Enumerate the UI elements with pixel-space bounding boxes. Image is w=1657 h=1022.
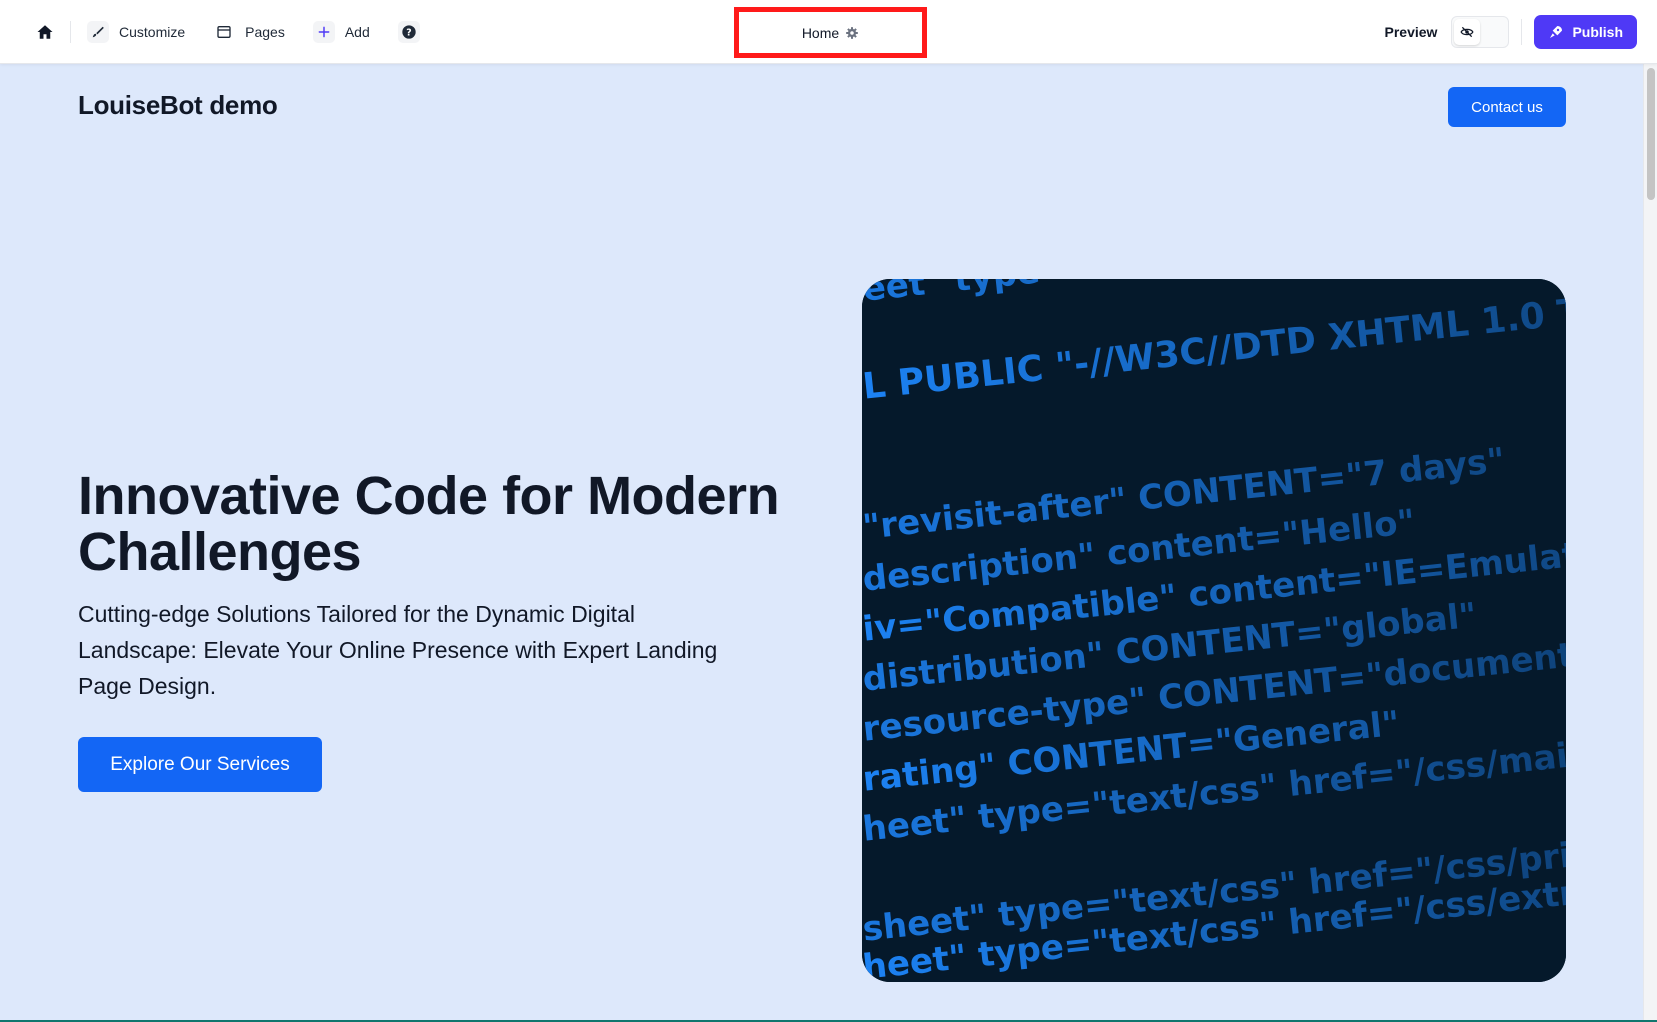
hero-subtitle: Cutting-edge Solutions Tailored for the … (78, 601, 718, 699)
page-tab-label: Home (801, 24, 840, 41)
add-button[interactable]: Add (305, 15, 378, 49)
toolbar-divider-right (1521, 19, 1523, 45)
hero-code-image: eet" type="text/css" href="/css/style.cs… (862, 279, 1566, 982)
home-button[interactable] (28, 15, 62, 49)
customize-label: Customize (119, 24, 186, 40)
brush-icon (87, 21, 109, 43)
hero-title: Innovative Code for Modern Challenges (78, 466, 780, 582)
home-icon (36, 23, 54, 41)
toolbar-right-group: Preview Publish (1384, 0, 1637, 64)
pages-button[interactable]: Pages (205, 15, 293, 49)
eye-off-icon (1454, 19, 1481, 45)
page-selector-tab[interactable]: Home (734, 7, 927, 58)
code-illustration: eet" type="text/css" href="/css/style.cs… (862, 279, 1566, 982)
rocket-icon (1548, 24, 1564, 40)
scrollbar-thumb[interactable] (1647, 68, 1655, 200)
help-button[interactable]: ? (390, 15, 428, 49)
svg-text:?: ? (406, 27, 411, 38)
toolbar-left-group: Customize Pages Add ? (28, 0, 428, 64)
pages-label: Pages (245, 24, 285, 40)
publish-button[interactable]: Publish (1534, 15, 1637, 49)
site-preview-canvas: LouiseBot demo Contact us Innovative Cod… (0, 64, 1657, 1022)
question-circle-icon: ? (397, 21, 420, 43)
customize-button[interactable]: Customize (79, 15, 193, 49)
canvas-scrollbar[interactable] (1643, 64, 1657, 1020)
contact-us-button[interactable]: Contact us (1448, 87, 1566, 127)
gear-icon[interactable] (845, 26, 859, 40)
editor-toolbar: Customize Pages Add ? Home Preview Publi… (0, 0, 1657, 64)
window-icon (213, 21, 235, 43)
plus-icon (312, 21, 335, 43)
explore-services-button[interactable]: Explore Our Services (78, 737, 322, 792)
site-logo[interactable]: LouiseBot demo (78, 90, 278, 121)
add-label: Add (344, 24, 370, 40)
preview-label: Preview (1384, 24, 1438, 40)
preview-toggle[interactable] (1451, 16, 1510, 48)
toolbar-divider (70, 21, 71, 43)
publish-label: Publish (1572, 24, 1623, 40)
